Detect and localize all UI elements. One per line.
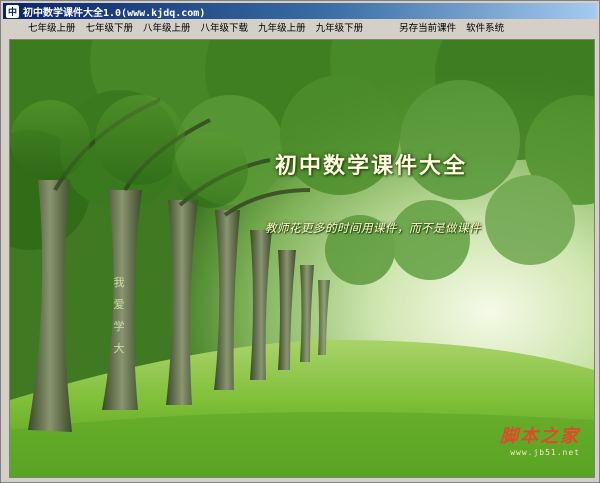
- menu-item-grade7-vol2[interactable]: 七年级下册: [81, 21, 139, 37]
- slogan-text: 教师花更多的时间用课件，而不是做课件: [265, 221, 481, 235]
- menu-bar: 七年级上册 七年级下册 八年级上册 八年级下载 九年级上册 九年级下册 另存当前…: [3, 20, 597, 38]
- watermark-logo: 脚本之家: [500, 426, 580, 447]
- menu-item-grade8-vol2[interactable]: 八年级下载: [196, 21, 254, 37]
- menu-item-grade7-vol1[interactable]: 七年级上册: [23, 21, 81, 37]
- trunk-inscription: 我爱学大: [113, 276, 125, 355]
- menu-item-grade8-vol1[interactable]: 八年级上册: [138, 21, 196, 37]
- watermark-url: www.jb51.net: [510, 448, 580, 457]
- menu-item-grade9-vol1[interactable]: 九年级上册: [253, 21, 311, 37]
- title-bar[interactable]: 中 初中数学课件大全1.0(www.kjdq.com): [3, 3, 597, 19]
- window-title: 初中数学课件大全1.0(www.kjdq.com): [23, 7, 206, 19]
- main-content: 初中数学课件大全 教师花更多的时间用课件，而不是做课件 我爱学大 脚本之家 ww…: [9, 39, 595, 478]
- app-icon[interactable]: 中: [6, 4, 19, 18]
- menu-item-software-system[interactable]: 软件系统: [461, 21, 509, 37]
- app-window: 中 初中数学课件大全1.0(www.kjdq.com) 七年级上册 七年级下册 …: [0, 0, 600, 483]
- watermark: 脚本之家 www.jb51.net: [500, 422, 580, 457]
- menu-item-save-courseware[interactable]: 另存当前课件: [394, 21, 461, 37]
- forest-background: [10, 40, 594, 477]
- menu-item-grade9-vol2[interactable]: 九年级下册: [311, 21, 369, 37]
- main-title: 初中数学课件大全: [275, 153, 468, 179]
